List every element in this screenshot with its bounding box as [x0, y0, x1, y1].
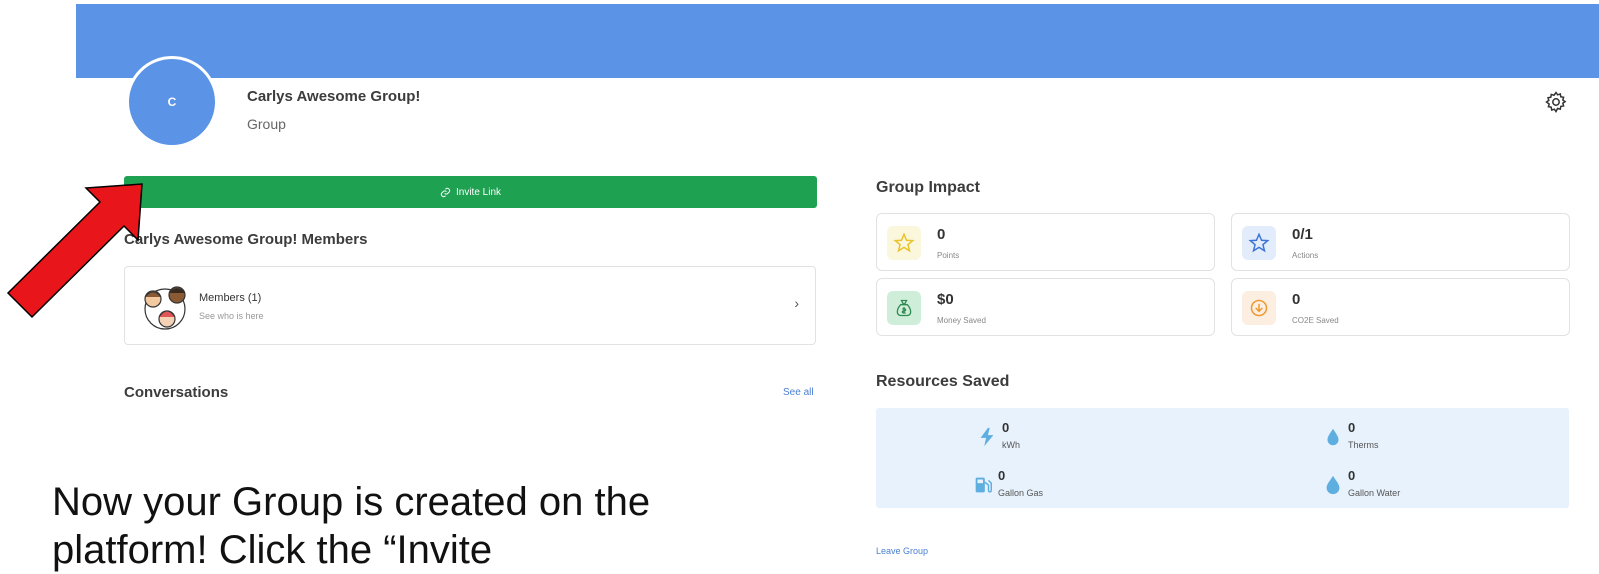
gallon-water-label: Gallon Water [1348, 488, 1401, 498]
co2e-saved-card: 0 CO2E Saved [1231, 278, 1570, 336]
star-icon [887, 226, 921, 260]
flame-drop-icon [1327, 428, 1339, 446]
therms-label: Therms [1348, 440, 1379, 450]
gas-pump-icon [975, 477, 992, 493]
download-circle-icon [1242, 291, 1276, 325]
members-card-label: Members (1) [199, 292, 262, 304]
kwh-value: 0 [1002, 420, 1010, 435]
money-bag-icon [887, 291, 921, 325]
conversations-title: Conversations [124, 384, 229, 401]
members-card-subtitle: See who is here [199, 311, 264, 321]
header-banner [76, 4, 1599, 78]
star-outline-icon [1242, 226, 1276, 260]
red-arrow-annotation [6, 183, 143, 319]
invite-link-label: Invite Link [455, 186, 502, 198]
gallon-gas-label: Gallon Gas [998, 488, 1044, 498]
actions-card: 0/1 Actions [1231, 213, 1570, 271]
instruction-caption: Now your Group is created on the platfor… [52, 480, 651, 572]
points-label: Points [937, 251, 960, 260]
co2e-saved-value: 0 [1292, 291, 1301, 308]
lightning-icon [980, 427, 994, 447]
therms-value: 0 [1348, 420, 1356, 435]
kwh-label: kWh [1002, 440, 1020, 450]
see-all-link[interactable]: See all [783, 387, 814, 398]
chevron-right-icon: › [794, 295, 799, 311]
group-impact-title: Group Impact [876, 179, 981, 196]
resources-panel: 0 kWh 0 Therms 0 Gallon Gas 0 Gallon Wat… [876, 408, 1569, 508]
group-avatar: C [126, 56, 218, 148]
points-card: 0 Points [876, 213, 1215, 271]
actions-label: Actions [1292, 251, 1319, 260]
actions-value: 0/1 [1292, 226, 1313, 243]
co2e-saved-label: CO2E Saved [1292, 316, 1339, 325]
points-value: 0 [937, 226, 946, 243]
gallon-gas-value: 0 [998, 468, 1006, 483]
money-saved-value: $0 [937, 291, 954, 308]
members-card[interactable]: Members (1) See who is here › [124, 266, 816, 345]
avatar-initial: C [167, 95, 177, 109]
link-icon [440, 187, 451, 197]
group-type: Group [247, 116, 286, 132]
invite-link-button[interactable]: Invite Link [124, 176, 817, 208]
money-saved-card: $0 Money Saved [876, 278, 1215, 336]
water-drop-icon [1326, 475, 1340, 495]
group-name: Carlys Awesome Group! [247, 88, 421, 105]
money-saved-label: Money Saved [937, 316, 986, 325]
leave-group-link[interactable]: Leave Group [876, 546, 928, 556]
gear-icon[interactable] [1544, 90, 1568, 114]
gallon-water-value: 0 [1348, 468, 1356, 483]
resources-saved-title: Resources Saved [876, 373, 1010, 390]
